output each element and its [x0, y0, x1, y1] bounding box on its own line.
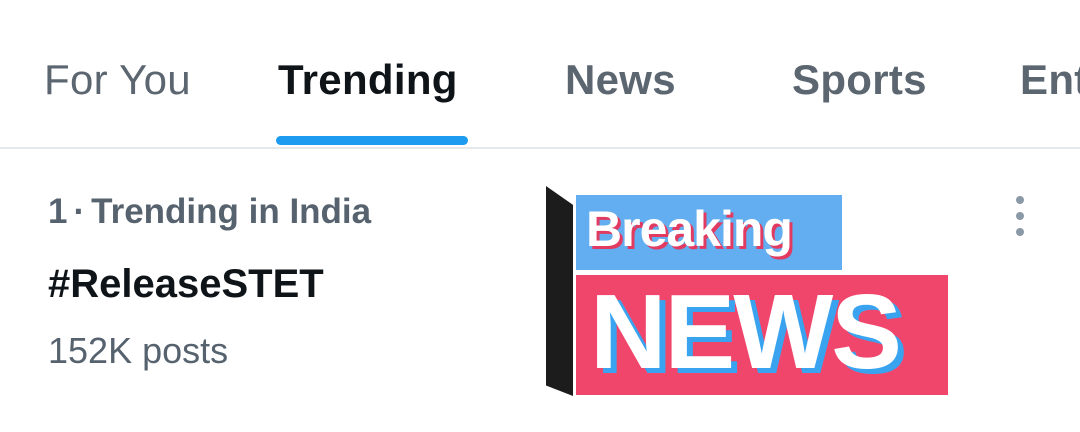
tab-for-you[interactable]: For You: [44, 56, 191, 104]
more-vertical-icon[interactable]: [1004, 192, 1036, 240]
trend-title: #ReleaseSTET: [48, 262, 324, 306]
breaking-text: Breaking: [586, 201, 793, 257]
tab-trending[interactable]: Trending: [278, 56, 458, 104]
trend-context: 1 · Trending in India: [48, 192, 371, 232]
more-dot: [1016, 228, 1024, 236]
tab-bar: For You Trending News Sports Ent: [0, 0, 1080, 149]
tab-entertainment[interactable]: Ent: [1020, 56, 1080, 104]
tab-news[interactable]: News: [565, 56, 676, 104]
thumbnail-bar: [546, 186, 573, 396]
more-dot: [1016, 212, 1024, 220]
more-dot: [1016, 196, 1024, 204]
trend-thumbnail: Breaking NEWS: [546, 186, 950, 396]
news-text: NEWS: [590, 273, 902, 391]
trend-separator: ·: [73, 192, 86, 231]
trend-location: Trending in India: [91, 192, 372, 231]
trend-post-count: 152K posts: [48, 330, 229, 371]
tab-sports[interactable]: Sports: [792, 56, 927, 104]
trend-rank: 1: [48, 192, 68, 231]
active-tab-indicator: [276, 136, 468, 145]
